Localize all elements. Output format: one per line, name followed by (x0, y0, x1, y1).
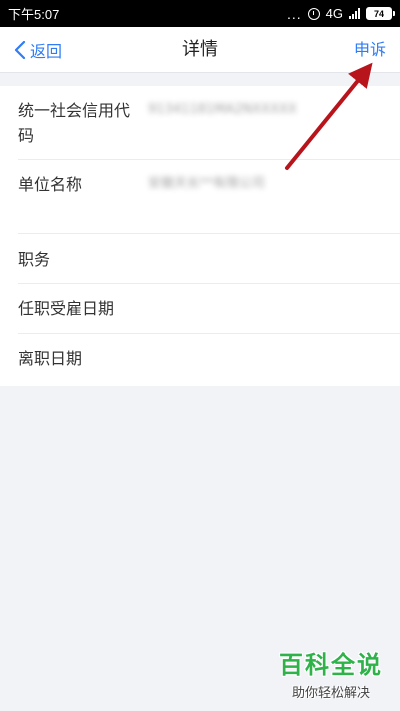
nav-bar: 返回 详情 申诉 (0, 27, 400, 73)
row-value: 安徽天长**有限公司 (148, 176, 266, 191)
row-label: 任职受雇日期 (18, 299, 115, 318)
row-label: 离职日期 (18, 349, 83, 368)
row-label: 统一社会信用代码 (18, 101, 131, 145)
status-bar: 下午5:07 ... 4G 74 (0, 0, 400, 27)
appeal-button[interactable]: 申诉 (354, 27, 386, 73)
more-dots-icon: ... (286, 5, 302, 22)
detail-row-company-name: 单位名称 安徽天长**有限公司 (0, 160, 400, 234)
detail-row-hire-date: 任职受雇日期 (0, 284, 400, 334)
network-label: 4G (325, 6, 343, 21)
watermark-subtitle: 助你轻松解决 (291, 686, 370, 701)
detail-row-credit-code: 统一社会信用代码 91341181MA2NXXXXX (0, 86, 400, 160)
detail-card: 统一社会信用代码 91341181MA2NXXXXX 单位名称 安徽天长**有限… (0, 86, 400, 386)
status-icons: ... 4G 74 (286, 5, 395, 22)
detail-row-position: 职务 (0, 234, 400, 284)
battery-level: 74 (373, 8, 384, 19)
watermark: 百科全说 助你轻松解决 (270, 645, 392, 705)
status-time: 下午5:07 (8, 7, 60, 22)
battery-icon: 74 (366, 7, 395, 20)
page-title: 详情 (182, 39, 218, 60)
watermark-title: 百科全说 (279, 651, 383, 679)
detail-row-leave-date: 离职日期 (0, 334, 400, 386)
row-label: 职务 (18, 250, 51, 269)
row-value: 91341181MA2NXXXXX (148, 102, 297, 117)
row-label: 单位名称 (18, 175, 83, 194)
alarm-icon (307, 7, 320, 20)
signal-icon (349, 8, 360, 19)
